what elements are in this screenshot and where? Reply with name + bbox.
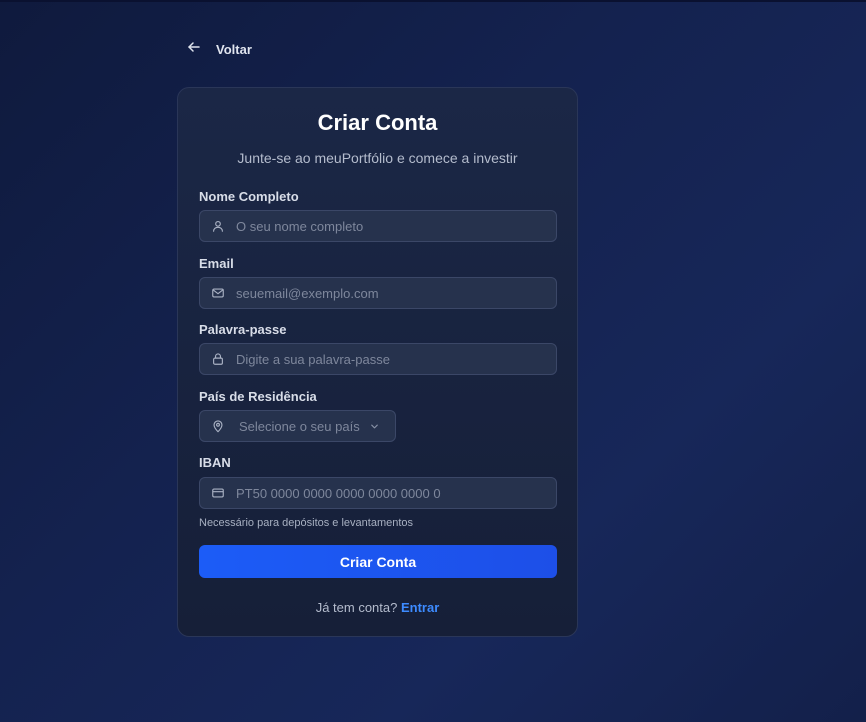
signup-card: Criar Conta Junte-se ao meuPortfólio e c… [177,87,578,637]
login-prompt: Já tem conta? Entrar [178,600,577,615]
arrow-left-icon [186,39,202,60]
card-subtitle: Junte-se ao meuPortfólio e comece a inve… [237,150,518,166]
chevron-down-icon [369,421,380,432]
name-input[interactable]: O seu nome completo [199,210,557,242]
email-label: Email [199,256,234,271]
iban-help-text: Necessário para depósitos e levantamento… [199,517,414,529]
map-pin-icon [200,419,236,433]
iban-input[interactable]: PT50 0000 0000 0000 0000 0000 0 [199,477,557,509]
iban-label: IBAN [199,455,231,470]
top-border [0,0,866,2]
mail-icon [200,286,236,300]
name-placeholder: O seu nome completo [236,218,364,234]
back-button[interactable]: Voltar [186,39,252,60]
login-prompt-text: Já tem conta? [315,600,398,615]
password-input[interactable]: Digite a sua palavra-passe [199,343,557,375]
user-icon [200,219,236,233]
name-label: Nome Completo [199,189,299,204]
country-placeholder: Selecione o seu país [239,418,360,434]
email-input[interactable]: seuemail@exemplo.com [199,277,557,309]
country-label: País de Residência [199,389,317,404]
back-label: Voltar [216,42,252,57]
password-placeholder: Digite a sua palavra-passe [236,351,390,367]
login-link[interactable]: Entrar [401,600,439,615]
credit-card-icon [200,486,236,500]
email-placeholder: seuemail@exemplo.com [236,285,379,301]
country-select[interactable]: Selecione o seu país [199,410,396,442]
password-label: Palavra-passe [199,322,287,337]
create-account-button[interactable]: Criar Conta [199,545,557,578]
lock-icon [200,352,236,366]
card-title: Criar Conta [317,110,438,135]
iban-placeholder: PT50 0000 0000 0000 0000 0000 0 [236,485,441,501]
